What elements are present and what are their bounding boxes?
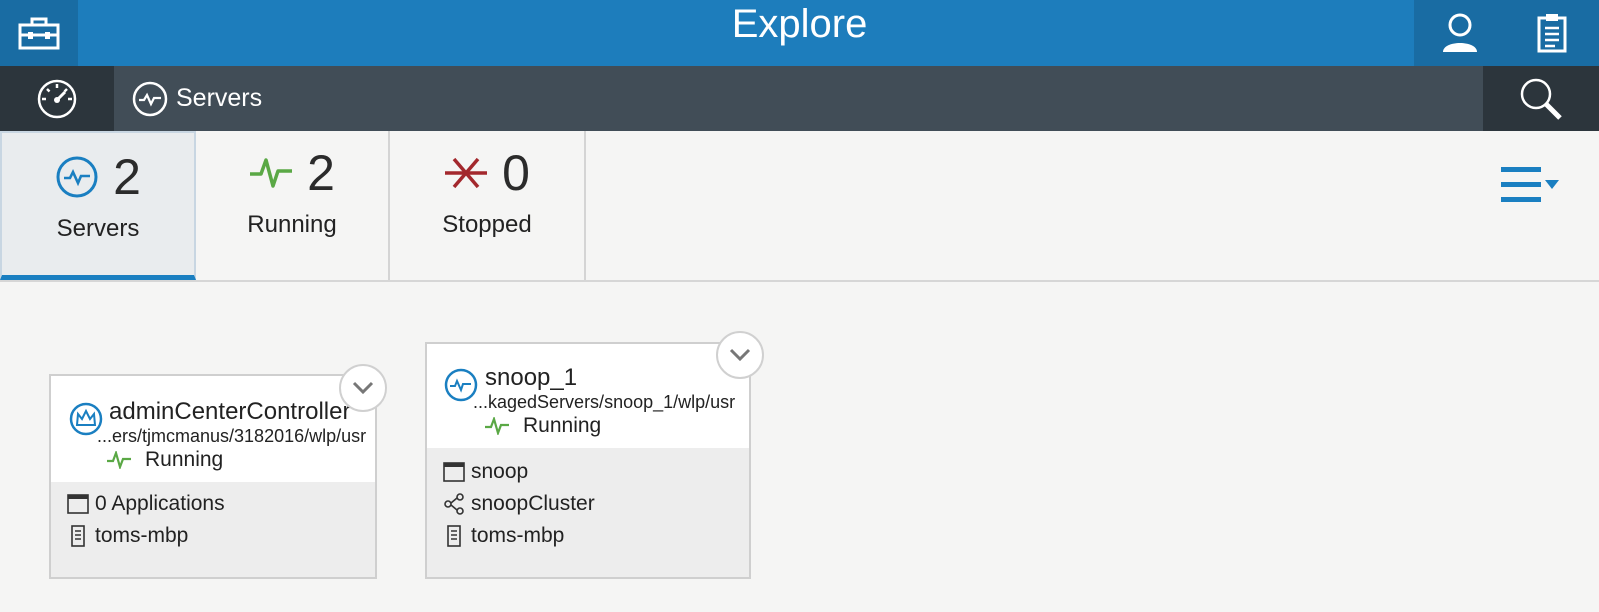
servers-label: Servers <box>56 215 140 242</box>
host-name: toms-mbp <box>95 524 189 547</box>
header-actions <box>1414 0 1599 66</box>
search-button[interactable] <box>1483 66 1599 131</box>
application-icon <box>443 462 465 482</box>
servers-tile[interactable]: 2 Servers <box>0 131 196 280</box>
server-status-label: Running <box>145 448 224 471</box>
user-icon <box>1443 13 1477 52</box>
running-label: Running <box>247 211 337 238</box>
view-menu-button[interactable] <box>1501 165 1563 205</box>
application-name: snoop <box>471 460 529 483</box>
server-icon <box>132 81 168 116</box>
application-icon <box>67 494 89 514</box>
stopped-count: 0 <box>502 145 530 201</box>
server-card[interactable]: snoop_1 ...kagedServers/snoop_1/wlp/usr … <box>425 342 751 579</box>
breadcrumb[interactable]: Servers <box>132 66 262 131</box>
running-tile[interactable]: 2 Running <box>196 131 390 280</box>
host-row[interactable]: toms-mbp <box>71 524 188 548</box>
nav-bar: Servers <box>0 66 1599 131</box>
server-name[interactable]: adminCenterController <box>109 398 350 426</box>
chevron-down-icon <box>729 348 751 362</box>
host-row[interactable]: toms-mbp <box>447 524 564 548</box>
pulse-icon <box>485 417 509 435</box>
list-menu-icon <box>1501 167 1559 202</box>
host-icon <box>447 525 461 547</box>
dashboard-icon <box>37 79 77 118</box>
server-status: Running <box>485 414 601 438</box>
server-card[interactable]: adminCenterController ...ers/tjmcmanus/3… <box>49 374 377 579</box>
user-button[interactable] <box>1414 0 1506 66</box>
pulse-icon <box>250 158 293 188</box>
stopped-tile[interactable]: 0 Stopped <box>390 131 586 280</box>
applications-count: 0 Applications <box>95 492 225 515</box>
cluster-name: snoopCluster <box>471 492 595 515</box>
x-icon <box>445 157 488 189</box>
server-icon <box>56 156 98 198</box>
breadcrumb-label: Servers <box>176 84 263 112</box>
expand-card-button[interactable] <box>339 364 387 412</box>
application-row[interactable]: snoop <box>443 460 528 484</box>
servers-count: 2 <box>113 149 141 205</box>
host-icon <box>71 525 85 547</box>
pulse-icon <box>107 451 131 469</box>
expand-card-button[interactable] <box>716 331 764 379</box>
server-status: Running <box>107 448 223 472</box>
server-path: ...kagedServers/snoop_1/wlp/usr <box>473 392 736 412</box>
clipboard-button[interactable] <box>1506 0 1598 66</box>
top-header: Explore <box>0 0 1599 66</box>
chevron-down-icon <box>352 381 374 395</box>
server-name[interactable]: snoop_1 <box>485 364 577 392</box>
cluster-icon <box>444 493 464 515</box>
dashboard-button[interactable] <box>0 66 114 131</box>
clipboard-icon <box>1537 14 1567 53</box>
host-name: toms-mbp <box>471 524 565 547</box>
running-count: 2 <box>307 145 335 201</box>
cluster-row[interactable]: snoopCluster <box>443 492 595 516</box>
page-title: Explore <box>731 2 868 46</box>
summary-tiles: 2 Servers 2 Running 0 Stopped <box>0 131 1599 282</box>
search-icon <box>1520 78 1562 120</box>
stopped-label: Stopped <box>442 211 532 238</box>
server-status-label: Running <box>523 414 602 437</box>
applications-row[interactable]: 0 Applications <box>67 492 225 516</box>
server-path: ...ers/tjmcmanus/3182016/wlp/usr <box>97 426 367 446</box>
